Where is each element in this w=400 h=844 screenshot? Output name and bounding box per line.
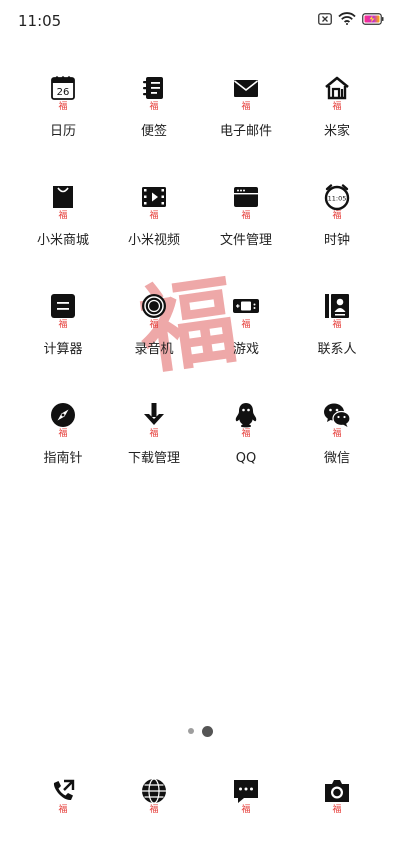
dock-messages[interactable]: 福 bbox=[196, 777, 296, 815]
app-shopping-bag[interactable]: 福小米商城 bbox=[13, 183, 113, 249]
app-label: QQ bbox=[235, 451, 257, 466]
messages-icon bbox=[232, 777, 260, 805]
app-label: 指南针 bbox=[43, 451, 83, 466]
app-calculator[interactable]: 福计算器 bbox=[13, 292, 113, 358]
mijia-home-icon bbox=[323, 74, 351, 102]
app-contacts[interactable]: 福联系人 bbox=[287, 292, 387, 358]
app-label: 小米商城 bbox=[36, 233, 89, 248]
app-label: 小米视频 bbox=[127, 233, 180, 248]
contacts-icon bbox=[323, 292, 351, 320]
fu-badge: 福 bbox=[241, 429, 251, 439]
status-icons bbox=[318, 12, 384, 25]
fu-badge: 福 bbox=[332, 102, 342, 112]
svg-text:11:05: 11:05 bbox=[328, 195, 347, 203]
download-icon bbox=[140, 401, 168, 429]
app-label: 计算器 bbox=[43, 342, 83, 357]
sim-x-icon bbox=[318, 12, 332, 25]
app-file-manager[interactable]: 福文件管理 bbox=[196, 183, 296, 249]
dock-camera[interactable]: 福 bbox=[287, 777, 387, 815]
fu-badge: 福 bbox=[58, 805, 68, 815]
status-time: 11:05 bbox=[18, 12, 62, 30]
app-clock[interactable]: 11:05 福时钟 bbox=[287, 183, 387, 249]
clock-icon: 11:05 bbox=[323, 183, 351, 211]
app-label: 微信 bbox=[323, 451, 350, 466]
status-bar: 11:05 bbox=[0, 0, 400, 44]
app-wechat[interactable]: 福微信 bbox=[287, 401, 387, 467]
fu-badge: 福 bbox=[241, 102, 251, 112]
battery-charging-icon bbox=[362, 12, 384, 25]
notes-icon bbox=[140, 74, 168, 102]
app-mijia-home[interactable]: 福米家 bbox=[287, 74, 387, 140]
phone-icon bbox=[49, 777, 77, 805]
app-compass[interactable]: 福指南针 bbox=[13, 401, 113, 467]
file-manager-icon bbox=[232, 183, 260, 211]
app-label: 录音机 bbox=[134, 342, 174, 357]
page-dot-1[interactable] bbox=[187, 728, 194, 734]
app-notes[interactable]: 福便签 bbox=[104, 74, 204, 140]
shopping-bag-icon bbox=[49, 183, 77, 211]
app-label: 电子邮件 bbox=[219, 124, 272, 139]
dock-phone[interactable]: 福 bbox=[13, 777, 113, 815]
fu-badge: 福 bbox=[241, 320, 251, 330]
fu-badge: 福 bbox=[332, 211, 342, 221]
mail-icon bbox=[232, 74, 260, 102]
fu-badge: 福 bbox=[149, 429, 159, 439]
app-label: 联系人 bbox=[317, 342, 357, 357]
app-label: 文件管理 bbox=[219, 233, 272, 248]
fu-badge: 福 bbox=[58, 211, 68, 221]
app-calendar[interactable]: 26 福日历 bbox=[13, 74, 113, 140]
fu-badge: 福 bbox=[149, 805, 159, 815]
fu-badge: 福 bbox=[332, 320, 342, 330]
app-recorder[interactable]: 福录音机 bbox=[104, 292, 204, 358]
fu-badge: 福 bbox=[149, 320, 159, 330]
fu-badge: 福 bbox=[241, 211, 251, 221]
fu-badge: 福 bbox=[332, 429, 342, 439]
camera-icon bbox=[323, 777, 351, 805]
svg-text:26: 26 bbox=[57, 87, 70, 98]
app-download[interactable]: 福下载管理 bbox=[104, 401, 204, 467]
app-qq[interactable]: 福 QQ bbox=[196, 401, 296, 467]
recorder-icon bbox=[140, 292, 168, 320]
home-screen: 11:05 福 26 福日历福便签福电子邮件福米家福小米商城福小米视频福文件管理 1… bbox=[0, 0, 400, 844]
fu-badge: 福 bbox=[58, 429, 68, 439]
app-label: 时钟 bbox=[323, 233, 350, 248]
fu-badge: 福 bbox=[332, 805, 342, 815]
calculator-icon bbox=[49, 292, 77, 320]
app-mail[interactable]: 福电子邮件 bbox=[196, 74, 296, 140]
app-label: 米家 bbox=[323, 124, 350, 139]
browser-icon bbox=[140, 777, 168, 805]
page-dot-2-active[interactable] bbox=[201, 725, 213, 737]
fu-badge: 福 bbox=[58, 320, 68, 330]
app-label: 下载管理 bbox=[127, 451, 180, 466]
video-icon bbox=[140, 183, 168, 211]
fu-badge: 福 bbox=[149, 102, 159, 112]
fu-badge: 福 bbox=[149, 211, 159, 221]
app-label: 游戏 bbox=[232, 342, 259, 357]
wechat-icon bbox=[323, 401, 351, 429]
app-label: 日历 bbox=[49, 124, 76, 139]
game-icon bbox=[232, 292, 260, 320]
fu-badge: 福 bbox=[58, 102, 68, 112]
qq-icon bbox=[232, 401, 260, 429]
dock-browser[interactable]: 福 bbox=[104, 777, 204, 815]
calendar-icon: 26 bbox=[49, 74, 77, 102]
wifi-icon bbox=[338, 12, 356, 25]
app-label: 便签 bbox=[140, 124, 167, 139]
page-indicator bbox=[0, 724, 400, 738]
fu-badge: 福 bbox=[241, 805, 251, 815]
app-game[interactable]: 福游戏 bbox=[196, 292, 296, 358]
app-video[interactable]: 福小米视频 bbox=[104, 183, 204, 249]
compass-icon bbox=[49, 401, 77, 429]
